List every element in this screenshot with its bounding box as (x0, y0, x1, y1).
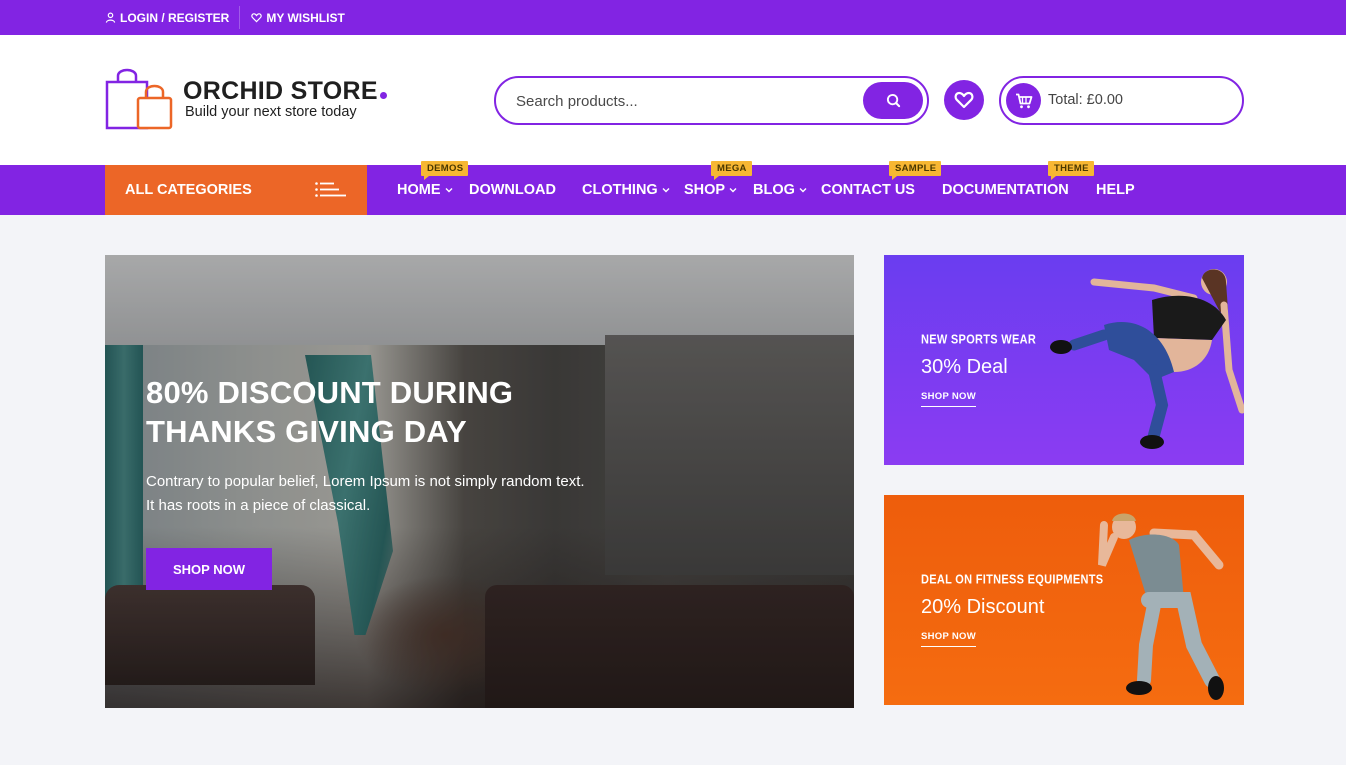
search-bar (494, 76, 929, 125)
nav-item-label: BLOG (753, 182, 795, 198)
chevron-down-icon (729, 188, 737, 193)
all-categories-label: ALL CATEGORIES (125, 182, 252, 198)
nav-badge-theme: THEME (1048, 161, 1094, 180)
cart-button[interactable]: Total: £0.00 (999, 76, 1244, 125)
cart-icon-wrap (1006, 83, 1041, 118)
nav-item-label: CLOTHING (582, 182, 658, 198)
logo-tagline: Build your next store today (185, 103, 357, 120)
hero-slider[interactable]: 80% DISCOUNT DURING THANKS GIVING DAY Co… (105, 255, 854, 708)
login-register-label: LOGIN / REGISTER (120, 10, 230, 25)
search-icon (886, 93, 900, 108)
athlete-woman-figure (1050, 269, 1244, 449)
wishlist-button[interactable] (944, 80, 984, 120)
nav-item-download[interactable]: DOWNLOAD (469, 165, 556, 215)
nav-item-label: DOWNLOAD (469, 182, 556, 198)
banner-shop-now-link[interactable]: SHOP NOW (921, 391, 977, 407)
promo-banner-fitness-equipments[interactable]: DEAL ON FITNESS EQUIPMENTS 20% Discount … (884, 495, 1244, 705)
nav-badge-sample: SAMPLE (889, 161, 942, 180)
store-logo[interactable]: ORCHID STORE Build your next store today (105, 68, 387, 130)
nav-item-blog[interactable]: BLOG (753, 165, 807, 215)
nav-item-label: HELP (1096, 182, 1135, 198)
chevron-down-icon (662, 188, 670, 193)
banner-kicker: NEW SPORTS WEAR (921, 333, 1037, 347)
nav-item-label: CONTACT US (821, 182, 915, 198)
search-button[interactable] (863, 82, 923, 119)
shopping-cart-icon (1015, 93, 1032, 108)
hero-description: Contrary to popular belief, Lorem Ipsum … (146, 473, 585, 514)
nav-item-clothing[interactable]: CLOTHING (582, 165, 670, 215)
top-bar-divider (239, 6, 241, 29)
nav-item-shop[interactable]: MEGA SHOP (684, 161, 752, 215)
wishlist-label: MY WISHLIST (266, 10, 345, 25)
nav-badge-demos: DEMOS (421, 161, 469, 180)
top-bar-links: LOGIN / REGISTER MY WISHLIST (105, 0, 345, 35)
nav-badge-mega: MEGA (711, 161, 752, 180)
wishlist-link[interactable]: MY WISHLIST (251, 10, 345, 25)
site-header: ORCHID STORE Build your next store today… (0, 35, 1346, 165)
hero-title: 80% DISCOUNT DURING THANKS GIVING DAY (146, 373, 606, 451)
banner-kicker: DEAL ON FITNESS EQUIPMENTS (921, 573, 1104, 587)
promo-banner-sports-wear[interactable]: NEW SPORTS WEAR 30% Deal SHOP NOW (884, 255, 1244, 465)
chevron-down-icon (445, 188, 452, 193)
main-nav: ALL CATEGORIES DEMOS HOME DOWNLOAD CLOTH… (0, 161, 1346, 215)
hero-title-line: 80% DISCOUNT DURING (146, 375, 514, 410)
login-register-link[interactable]: LOGIN / REGISTER (105, 11, 229, 25)
chevron-down-icon (799, 188, 807, 193)
cart-total: Total: £0.00 (1048, 92, 1123, 108)
banner-shop-now-link[interactable]: SHOP NOW (921, 631, 977, 647)
banner-title: 20% Discount (921, 596, 1045, 618)
nav-item-home[interactable]: DEMOS HOME (397, 161, 469, 215)
nav-item-label: DOCUMENTATION (942, 182, 1069, 198)
heart-icon (954, 91, 974, 109)
logo-title: ORCHID STORE (183, 78, 387, 104)
top-bar: LOGIN / REGISTER MY WISHLIST (0, 0, 1346, 35)
nav-item-label: HOME (397, 182, 441, 198)
nav-item-contact-us[interactable]: SAMPLE CONTACT US (821, 161, 942, 215)
nav-item-label: SHOP (684, 182, 726, 198)
nav-item-help[interactable]: HELP (1096, 165, 1135, 215)
athlete-man-figure (1098, 513, 1224, 700)
all-categories-button[interactable]: ALL CATEGORIES (105, 165, 367, 215)
hero-title-line: THANKS GIVING DAY (146, 414, 467, 449)
logo-dot (379, 91, 387, 99)
banner-title: 30% Deal (921, 356, 1008, 378)
list-menu-icon (315, 182, 346, 197)
nav-item-documentation[interactable]: THEME DOCUMENTATION (942, 161, 1094, 215)
hero-shop-now-button[interactable]: SHOP NOW (146, 548, 272, 590)
shopping-bags-icon (105, 68, 173, 130)
search-input[interactable] (516, 88, 856, 114)
heart-icon (251, 13, 263, 23)
user-icon (105, 12, 116, 23)
